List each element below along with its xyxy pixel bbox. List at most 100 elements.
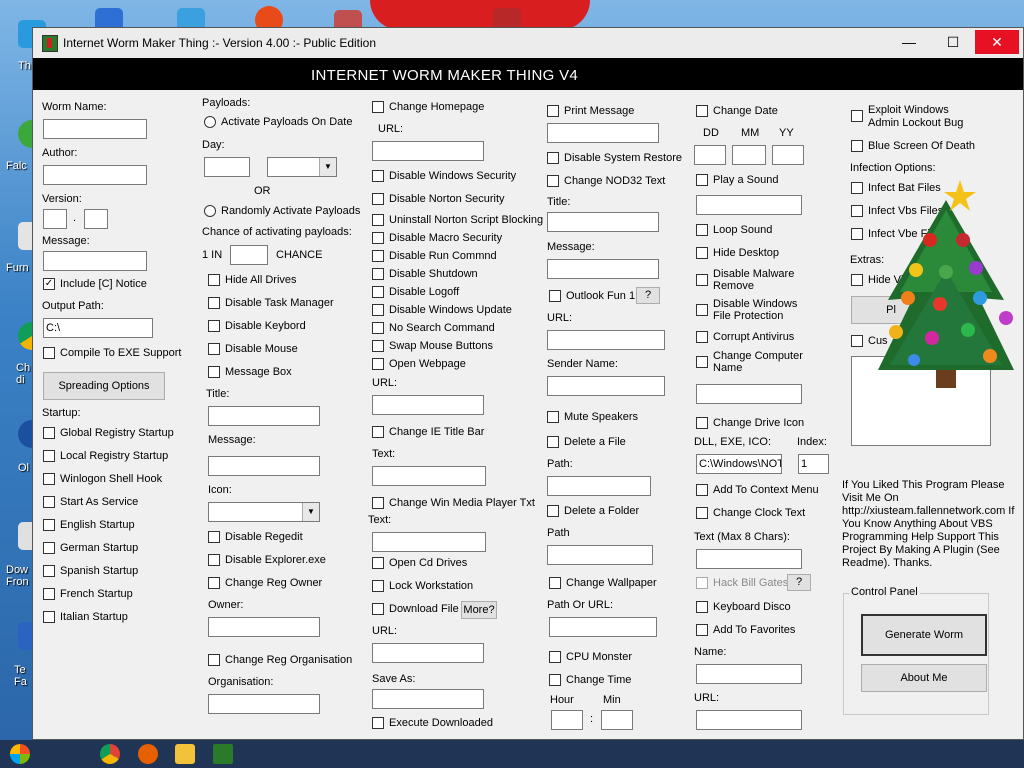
webpage-url-input[interactable] [372,395,484,415]
col3-security-checkbox-9[interactable] [372,340,384,352]
exploit-windows-checkbox[interactable] [851,110,863,122]
owner-input[interactable] [208,617,320,637]
media-text-input[interactable] [372,532,486,552]
close-button[interactable]: ✕ [975,30,1019,54]
lock-workstation-checkbox[interactable] [372,580,384,592]
msgbox-title-input[interactable] [208,406,320,426]
loop-sound-checkbox[interactable] [696,224,708,236]
ie-text-input[interactable] [372,466,486,486]
col3-security-checkbox-7[interactable] [372,304,384,316]
keyboard-disco-checkbox[interactable] [696,601,708,613]
col3-security-checkbox-10[interactable] [372,358,384,370]
col2-payload-checkbox-3[interactable] [208,343,220,355]
output-path-input[interactable]: C:\ [43,318,153,338]
col2-registry-checkbox-2[interactable] [208,577,220,589]
outlook-url-input[interactable] [547,330,665,350]
change-media-player-checkbox[interactable] [372,497,384,509]
message-input[interactable] [43,251,147,271]
execute-downloaded-checkbox[interactable] [372,717,384,729]
startup-checkbox-1[interactable] [43,450,55,462]
outlook-fun-checkbox[interactable] [549,290,561,302]
col2-payload-checkbox-0[interactable] [208,274,220,286]
clock-text-input[interactable] [696,549,802,569]
mute-speakers-checkbox[interactable] [547,411,559,423]
worm-maker-taskbar-icon[interactable] [213,744,233,764]
startup-checkbox-8[interactable] [43,611,55,623]
custom-checkbox[interactable] [851,335,863,347]
mm-input[interactable] [732,145,766,165]
delete-file-checkbox[interactable] [547,436,559,448]
infect-vbs-checkbox[interactable] [851,205,863,217]
hack-bill-gates-checkbox[interactable] [696,577,708,589]
yy-input[interactable] [772,145,804,165]
dd-input[interactable] [694,145,726,165]
col2-payload-checkbox-2[interactable] [208,320,220,332]
favorite-url-input[interactable] [696,710,802,730]
hour-input[interactable] [551,710,583,730]
sound-path-input[interactable] [696,195,802,215]
author-input[interactable] [43,165,147,185]
save-as-input[interactable] [372,689,484,709]
print-message-checkbox[interactable] [547,105,559,117]
day-select[interactable]: ▼ [267,157,337,177]
col2-registry-checkbox-0[interactable] [208,531,220,543]
change-time-checkbox[interactable] [549,674,561,686]
col3-security-checkbox-1[interactable] [372,193,384,205]
sender-name-input[interactable] [547,376,665,396]
version-major-input[interactable] [43,209,67,229]
delete-folder-path-input[interactable] [547,545,653,565]
spreading-options-button[interactable]: Spreading Options [43,372,165,400]
change-ie-title-checkbox[interactable] [372,426,384,438]
startup-checkbox-7[interactable] [43,588,55,600]
col3-security-checkbox-6[interactable] [372,286,384,298]
start-button-icon[interactable] [10,744,30,764]
msgbox-message-input[interactable] [208,456,320,476]
change-reg-org-checkbox[interactable] [208,654,220,666]
col3-security-checkbox-8[interactable] [372,322,384,334]
about-me-button[interactable]: About Me [861,664,987,692]
chrome-taskbar-icon[interactable] [100,744,120,764]
dll-path-input[interactable]: C:\Windows\NOT [696,454,782,474]
startup-checkbox-3[interactable] [43,496,55,508]
change-drive-icon-checkbox[interactable] [696,417,708,429]
delete-folder-checkbox[interactable] [547,505,559,517]
startup-checkbox-4[interactable] [43,519,55,531]
compile-exe-checkbox[interactable] [43,347,55,359]
startup-checkbox-6[interactable] [43,565,55,577]
nod32-message-input[interactable] [547,259,659,279]
change-homepage-checkbox[interactable] [372,101,384,113]
activate-on-date-radio[interactable] [204,116,216,128]
col2-registry-checkbox-1[interactable] [208,554,220,566]
download-file-checkbox[interactable] [372,603,384,615]
infect-vbe-checkbox[interactable] [851,228,863,240]
play-sound-checkbox[interactable] [696,174,708,186]
worm-name-input[interactable] [43,119,147,139]
startup-checkbox-0[interactable] [43,427,55,439]
homepage-url-input[interactable] [372,141,484,161]
nod32-title-input[interactable] [547,212,659,232]
col2-payload-checkbox-1[interactable] [208,297,220,309]
generate-worm-button[interactable]: Generate Worm [861,614,987,656]
change-clock-text-checkbox[interactable] [696,507,708,519]
index-input[interactable]: 1 [798,454,829,474]
explorer-taskbar-icon[interactable] [175,744,195,764]
minute-input[interactable] [601,710,633,730]
startup-checkbox-5[interactable] [43,542,55,554]
randomly-activate-radio[interactable] [204,205,216,217]
col3-security-checkbox-4[interactable] [372,250,384,262]
hack-bill-gates-help-button[interactable]: ? [787,574,811,591]
computer-name-input[interactable] [696,384,802,404]
col3-security-checkbox-5[interactable] [372,268,384,280]
disable-wfp-checkbox[interactable] [696,304,708,316]
firefox-taskbar-icon[interactable] [138,744,158,764]
open-cd-checkbox[interactable] [372,557,384,569]
cpu-monster-checkbox[interactable] [549,651,561,663]
delete-file-path-input[interactable] [547,476,651,496]
change-date-checkbox[interactable] [696,105,708,117]
corrupt-antivirus-checkbox[interactable] [696,331,708,343]
col2-payload-checkbox-4[interactable] [208,366,220,378]
download-url-input[interactable] [372,643,484,663]
change-nod32-checkbox[interactable] [547,175,559,187]
add-favorites-checkbox[interactable] [696,624,708,636]
favorite-name-input[interactable] [696,664,802,684]
